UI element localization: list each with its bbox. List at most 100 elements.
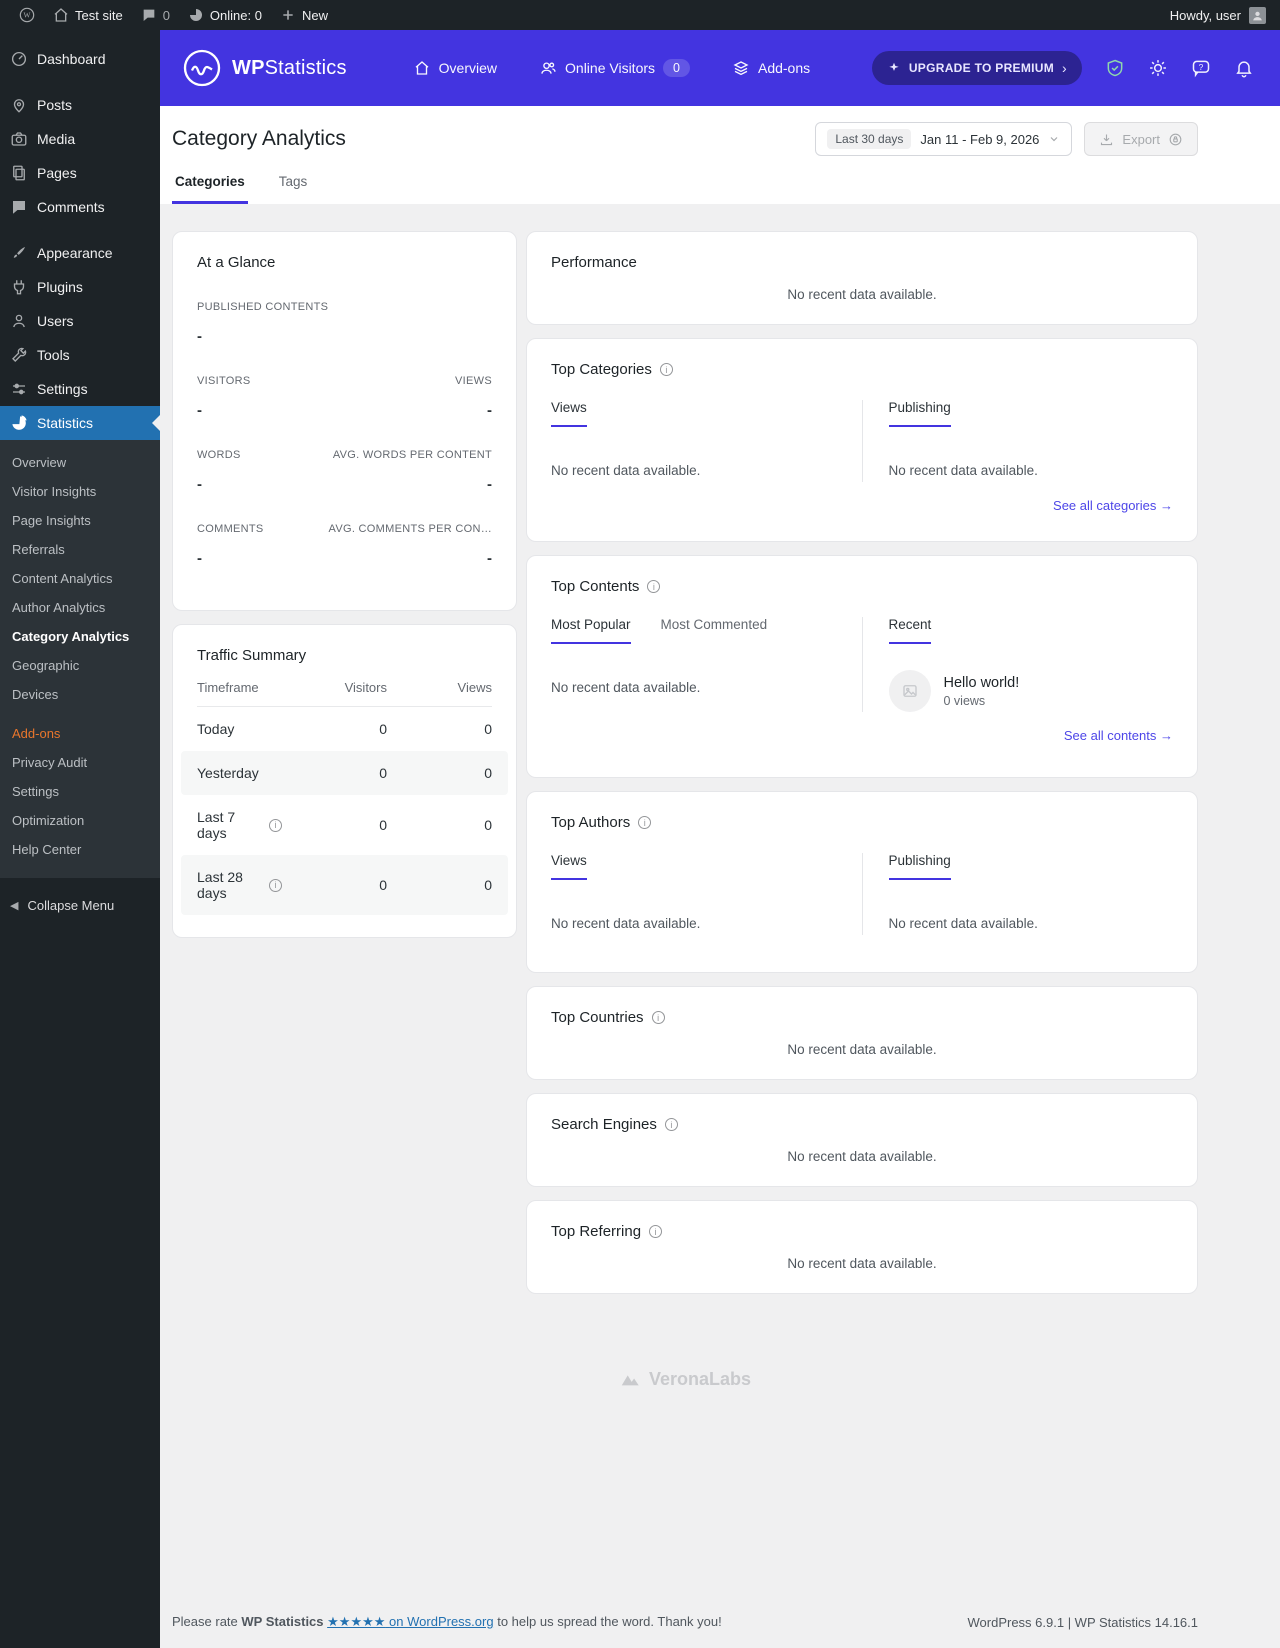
admin-bar-site[interactable]: Test site — [44, 0, 132, 30]
header-actions: UPGRADE TO PREMIUM ? — [871, 51, 1254, 85]
wordpress-logo-menu[interactable]: W — [10, 0, 44, 30]
sidebar-item-settings[interactable]: Settings — [0, 372, 160, 406]
tab-publishing[interactable]: Publishing — [888, 853, 951, 880]
admin-bar: W Test site 0 Online: 0 New Howdy, user — [0, 0, 1280, 30]
tab-recent[interactable]: Recent — [888, 617, 932, 644]
svg-text:?: ? — [1199, 62, 1204, 72]
sidebar-item-posts[interactable]: Posts — [0, 88, 160, 122]
sidebar-item-plugins[interactable]: Plugins — [0, 270, 160, 304]
submenu-item[interactable]: Devices — [0, 680, 160, 709]
admin-bar-account[interactable]: Howdy, user — [1169, 6, 1270, 24]
pie-chart-icon — [189, 9, 202, 21]
metric-label: AVG. WORDS PER CONTENT — [332, 449, 492, 461]
comments-count: 0 — [162, 7, 170, 23]
collapse-label: Collapse Menu — [27, 898, 115, 913]
tab-most-popular[interactable]: Most Popular — [551, 617, 631, 644]
at-a-glance-card: At a Glance PUBLISHED CONTENTS - VISITOR… — [172, 231, 517, 611]
tab-most-commented[interactable]: Most Commented — [661, 617, 768, 644]
stars: ★★★★★ — [327, 1614, 386, 1629]
footer-rate-text: Please rate WP Statistics ★★★★★ on WordP… — [172, 1614, 722, 1630]
submenu-item[interactable]: Add-ons — [0, 719, 160, 748]
views-value: 0 — [484, 765, 492, 781]
info-icon[interactable] — [647, 580, 661, 593]
submenu-item[interactable]: Help Center — [0, 835, 160, 864]
timeframe-label: Last 28 days — [197, 869, 243, 901]
sidebar-label: Plugins — [37, 279, 83, 295]
stats-card: Search Engines No recent data available. — [526, 1093, 1198, 1187]
tab-tags[interactable]: Tags — [276, 174, 311, 204]
sidebar-item-statistics[interactable]: Statistics — [0, 406, 160, 440]
info-icon[interactable] — [664, 1118, 678, 1131]
settings-button[interactable] — [1148, 58, 1168, 78]
see-all-contents-link[interactable]: See all contents → — [551, 728, 1173, 743]
top-categories-card: Top Categories Views No recent data avai… — [526, 338, 1198, 542]
image-placeholder-icon — [902, 685, 917, 697]
submenu-item[interactable]: Content Analytics — [0, 564, 160, 593]
lock-circle-icon — [1169, 133, 1182, 145]
submenu-item[interactable]: Referrals — [0, 535, 160, 564]
sidebar-label: Tools — [37, 347, 70, 363]
upgrade-to-premium-button[interactable]: UPGRADE TO PREMIUM — [871, 51, 1082, 85]
metric-value: - — [487, 550, 492, 567]
sidebar-label: Dashboard — [37, 51, 106, 67]
submenu-item[interactable]: Overview — [0, 448, 160, 477]
views-value: 0 — [484, 877, 492, 893]
sidebar-item-pages[interactable]: Pages — [0, 156, 160, 190]
notifications-button[interactable] — [1234, 58, 1254, 78]
sidebar-item-tools[interactable]: Tools — [0, 338, 160, 372]
rate-prefix: Please rate — [172, 1614, 238, 1629]
submenu-item[interactable]: Category Analytics — [0, 622, 160, 651]
info-icon[interactable] — [651, 1011, 665, 1024]
info-icon[interactable] — [638, 816, 652, 829]
admin-bar-online[interactable]: Online: 0 — [179, 0, 271, 30]
nav-addons[interactable]: Add-ons — [732, 59, 810, 77]
sidebar-label: Comments — [37, 199, 105, 215]
admin-bar-new[interactable]: New — [271, 0, 337, 30]
sparkle-icon — [889, 62, 899, 71]
page-title: Category Analytics — [172, 127, 346, 150]
tab-publishing[interactable]: Publishing — [888, 400, 951, 427]
gear-icon — [1150, 60, 1166, 76]
info-icon[interactable] — [269, 818, 282, 832]
right-column: Performance No recent data available. To… — [526, 231, 1198, 1294]
recent-content-item[interactable]: Hello world! 0 views — [888, 670, 1174, 712]
date-range-picker[interactable]: Last 30 days Jan 11 - Feb 9, 2026 — [815, 122, 1073, 156]
info-icon[interactable] — [649, 1225, 663, 1238]
nav-overview[interactable]: Overview — [413, 59, 497, 77]
submenu-item[interactable]: Visitor Insights — [0, 477, 160, 506]
wordpress-logo-icon: W — [19, 7, 35, 23]
tab-views[interactable]: Views — [551, 853, 587, 880]
submenu-item[interactable]: Author Analytics — [0, 593, 160, 622]
sidebar-item-comments[interactable]: Comments — [0, 190, 160, 224]
export-button[interactable]: Export — [1084, 122, 1198, 156]
admin-bar-comments[interactable]: 0 — [132, 0, 179, 30]
submenu-item[interactable]: Optimization — [0, 806, 160, 835]
version-info: WordPress 6.9.1 | WP Statistics 14.16.1 — [967, 1614, 1199, 1630]
plus-icon — [283, 10, 293, 20]
tab-views[interactable]: Views — [551, 400, 587, 427]
sidebar-item-appearance[interactable]: Appearance — [0, 236, 160, 270]
submenu-item[interactable]: Page Insights — [0, 506, 160, 535]
nav-online-visitors[interactable]: Online Visitors 0 — [539, 59, 690, 77]
submenu-item[interactable]: Settings — [0, 777, 160, 806]
submenu-item[interactable]: Geographic — [0, 651, 160, 680]
collapse-menu-button[interactable]: ◀ Collapse Menu — [0, 888, 160, 923]
avatar — [1249, 6, 1266, 24]
sidebar-item-media[interactable]: Media — [0, 122, 160, 156]
tab-categories[interactable]: Categories — [172, 174, 248, 204]
see-all-categories-link[interactable]: See all categories → — [551, 498, 1173, 513]
sidebar-item-users[interactable]: Users — [0, 304, 160, 338]
wordpress-org-link[interactable]: ★★★★★ on WordPress.org — [327, 1614, 493, 1629]
info-icon[interactable] — [269, 878, 282, 892]
howdy-label: Howdy, user — [1169, 7, 1241, 23]
layers-icon — [733, 61, 749, 76]
help-button[interactable]: ? — [1191, 58, 1211, 78]
info-icon[interactable] — [659, 363, 673, 376]
empty-state-text: No recent data available. — [787, 1042, 937, 1057]
submenu-item[interactable]: Privacy Audit — [0, 748, 160, 777]
sidebar-label: Statistics — [37, 415, 94, 431]
wp-statistics-brand[interactable]: WPStatistics — [182, 48, 347, 88]
stats-card: Top Referring No recent data available. — [526, 1200, 1198, 1294]
sidebar-item-dashboard[interactable]: Dashboard — [0, 42, 160, 76]
privacy-status-button[interactable] — [1105, 58, 1125, 78]
